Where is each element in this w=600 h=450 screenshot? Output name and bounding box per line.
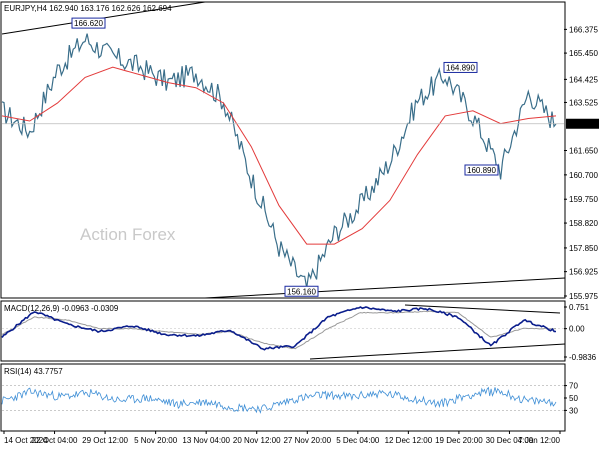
moving-average-line — [1, 66, 557, 245]
time-axis-label: 5 Nov 20:00 — [134, 436, 178, 445]
price-axis-label: 158.820 — [569, 219, 598, 228]
annotation-label: 160.890 — [467, 166, 496, 175]
watermark: Action Forex — [80, 225, 176, 244]
rsi-axis-label: 50 — [569, 394, 578, 403]
time-axis-label: 29 Oct 12:00 — [82, 436, 128, 445]
time-axis-label: 19 Dec 20:00 — [435, 436, 483, 445]
axis-layer: 14 Oct 202422 Oct 04:00 29 Oct 12:00 5 Nov… — [3, 431, 561, 445]
price-axis-label: 165.450 — [569, 49, 598, 58]
time-axis-label: 20 Nov 12:00 — [233, 436, 281, 445]
rsi-axis-label: 70 — [569, 382, 578, 391]
time-axis-label: 22 Oct 04:00 — [32, 436, 78, 445]
annotation-label: 164.890 — [446, 63, 475, 72]
time-axis-label: 27 Nov 20:00 — [283, 436, 331, 445]
price-axis-label: 163.525 — [569, 98, 598, 107]
price-panel-frame — [0, 1, 566, 299]
price-axis-label: 162.694 — [568, 120, 597, 129]
rsi-header: RSI(14) 43.7757 — [4, 367, 63, 376]
rsi-axis-label: 30 — [569, 406, 578, 415]
lower-trendline — [204, 277, 566, 299]
price-axis-label: 164.425 — [569, 75, 598, 84]
annotation-label: 166.620 — [74, 19, 103, 28]
rsi-panel-frame — [0, 363, 566, 432]
price-axis-label: 155.975 — [569, 292, 598, 301]
time-axis-label: 12 Dec 12:00 — [385, 436, 433, 445]
time-axis-label: 13 Nov 04:00 — [182, 436, 230, 445]
macd-axis-label: 0.751 — [569, 303, 590, 312]
macd-lower-trendline — [309, 343, 566, 360]
macd-axis-label: -0.9836 — [569, 353, 597, 362]
price-axis-label: 156.925 — [569, 268, 598, 277]
annotation-label: 156.160 — [287, 287, 316, 296]
price-axis-label: 157.850 — [569, 244, 598, 253]
price-axis-label: 160.700 — [569, 171, 598, 180]
price-axis-label: 159.750 — [569, 195, 598, 204]
macd-header: MACD(12,26,9) -0.0963 -0.0309 — [4, 304, 119, 313]
time-axis-label: 7 Jan 12:00 — [518, 436, 560, 445]
rsi-layer: 70 50 30 — [1, 382, 578, 415]
price-axis-label: 161.650 — [569, 147, 598, 156]
rsi-line — [1, 386, 557, 414]
forex-chart: Action Forex EURJPY,H4 162.940 163.176 1… — [0, 1, 599, 445]
macd-axis-label: 0.00 — [569, 325, 585, 334]
price-axis-label: 166.375 — [569, 25, 598, 34]
price-layer: 166.620 164.890 160.890 156.160 166.375 165.4… — [1, 1, 599, 301]
time-axis-label: 5 Dec 04:00 — [336, 436, 380, 445]
